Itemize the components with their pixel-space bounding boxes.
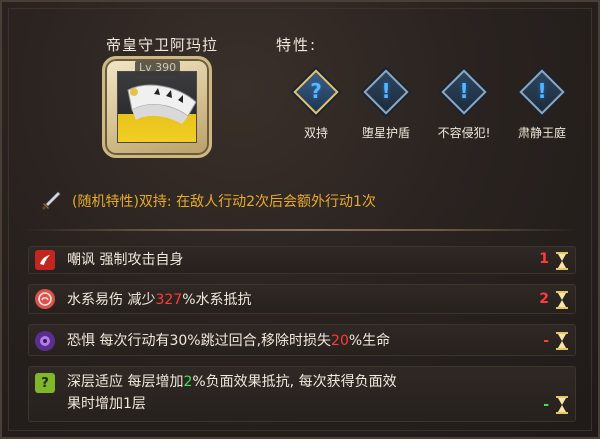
water-vulnerable-icon [35, 289, 55, 309]
hourglass-icon [556, 396, 568, 414]
hourglass-icon [556, 252, 568, 270]
exclamation-icon: ! [537, 79, 547, 103]
effect-row-taunt[interactable]: 嘲讽 强制攻击自身 1 [28, 246, 576, 274]
deep-adapt-icon: ? [35, 373, 55, 393]
trait-fallen-star-shield[interactable]: ! 堕星护盾 [348, 69, 424, 141]
effect-row-deep-adaptation[interactable]: ? 深层适应 每层增加2%负面效果抵抗, 每次获得负面效 果时增加1层 - [28, 366, 576, 422]
hero-portrait-image [117, 71, 197, 143]
random-trait-text: (随机特性)双持: 在敌人行动2次后会额外行动1次 [72, 194, 376, 210]
taunt-icon [35, 250, 55, 270]
sword-icon [42, 191, 61, 210]
question-icon: ? [310, 79, 322, 103]
hero-status-panel: 帝皇守卫阿玛拉 Lv 390 特性: ? 双持 ! 堕星护盾 ! 不容侵犯! !… [0, 0, 600, 439]
effect-value: 20 [331, 333, 349, 349]
trait-name: 不容侵犯! [437, 126, 491, 140]
hourglass-icon [556, 291, 568, 309]
effect-turns: - [543, 333, 549, 349]
effect-text: 水系易伤 减少327%水系抵抗 [67, 292, 252, 308]
trait-name: 肃静王庭 [517, 126, 566, 140]
weapon-art-icon [127, 84, 196, 124]
hourglass-icon [556, 332, 568, 350]
hero-name: 帝皇守卫阿玛拉 [105, 36, 218, 54]
fear-icon [35, 331, 55, 351]
effect-text: 深层适应 每层增加2%负面效果抵抗, 每次获得负面效 果时增加1层 [67, 374, 397, 412]
trait-name: 堕星护盾 [361, 126, 410, 140]
effect-text: 嘲讽 强制攻击自身 [67, 252, 184, 268]
effect-text: 恐惧 每次行动有30%跳过回合,移除时损失20%生命 [67, 333, 391, 349]
effect-row-fear[interactable]: 恐惧 每次行动有30%跳过回合,移除时损失20%生命 - [28, 324, 576, 356]
exclamation-icon: ! [381, 79, 391, 103]
trait-name: 双持 [303, 126, 328, 140]
trait-inviolable[interactable]: ! 不容侵犯! [426, 69, 502, 141]
divider [24, 229, 580, 231]
trait-dual-wield[interactable]: ? 双持 [278, 69, 354, 141]
trait-silent-court[interactable]: ! 肃静王庭 [504, 69, 580, 141]
effect-turns: 2 [539, 291, 549, 307]
effect-value: 327 [155, 292, 183, 308]
hero-level: Lv 390 [135, 61, 181, 75]
traits-label: 特性: [276, 36, 318, 54]
effect-turns: 1 [539, 251, 549, 267]
effect-turns: - [543, 397, 549, 413]
effect-row-water-vulnerable[interactable]: 水系易伤 减少327%水系抵抗 2 [28, 284, 576, 314]
exclamation-icon: ! [459, 79, 469, 103]
random-trait-row: (随机特性)双持: 在敌人行动2次后会额外行动1次 [40, 188, 376, 214]
hero-portrait[interactable]: Lv 390 [102, 56, 212, 158]
